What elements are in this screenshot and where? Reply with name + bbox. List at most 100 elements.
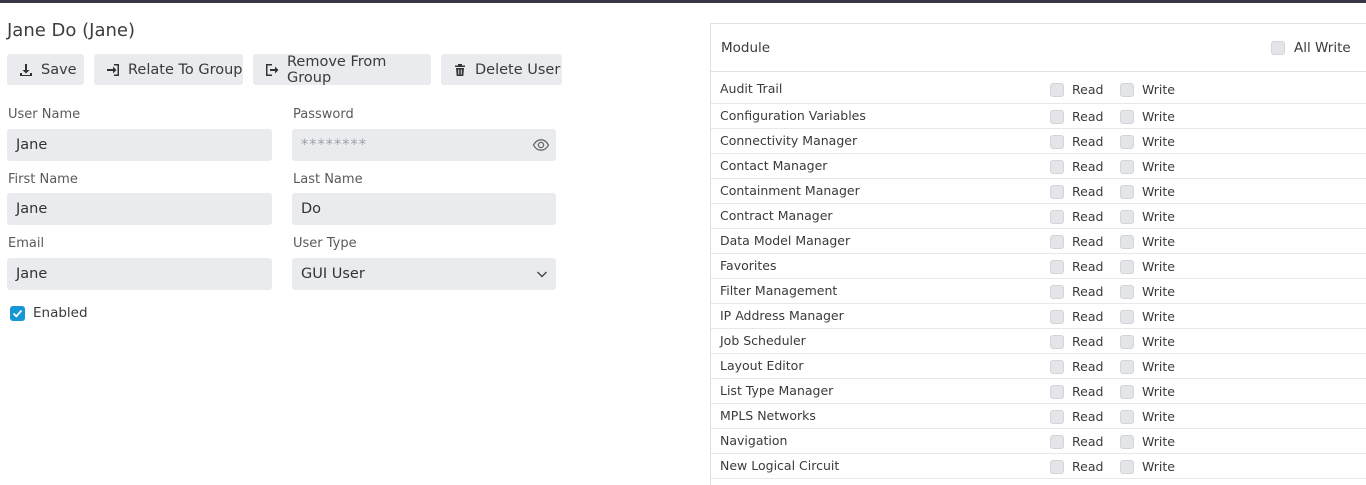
read-checkbox[interactable]: [1050, 82, 1064, 97]
write-label: Write: [1142, 134, 1176, 149]
read-checkbox[interactable]: [1050, 134, 1064, 149]
module-name: Filter Management: [720, 283, 838, 298]
last-name-field[interactable]: Do: [292, 193, 556, 225]
write-permission: Write: [1120, 409, 1175, 424]
read-checkbox[interactable]: [1050, 334, 1064, 349]
read-permission: Read: [1050, 109, 1103, 124]
read-checkbox[interactable]: [1050, 384, 1064, 399]
read-checkbox[interactable]: [1050, 109, 1064, 124]
write-label: Write: [1142, 459, 1176, 474]
module-name: Layout Editor: [720, 358, 804, 373]
read-label: Read: [1072, 459, 1104, 474]
read-permission: Read: [1050, 134, 1103, 149]
email-field[interactable]: Jane: [7, 258, 272, 290]
write-checkbox[interactable]: [1120, 109, 1134, 124]
password-field[interactable]: ********: [292, 129, 556, 161]
read-label: Read: [1072, 134, 1104, 149]
module-list: Audit Trail Read Write Configuration Variab…: [711, 76, 1366, 479]
write-checkbox[interactable]: [1120, 434, 1134, 449]
read-checkbox[interactable]: [1050, 309, 1064, 324]
enabled-checkbox[interactable]: [10, 305, 25, 321]
remove-from-group-label: Remove From Group: [287, 53, 387, 86]
read-permission: Read: [1050, 209, 1103, 224]
read-label: Read: [1072, 359, 1104, 374]
read-checkbox[interactable]: [1050, 459, 1064, 474]
read-label: Read: [1072, 334, 1104, 349]
read-label: Read: [1072, 284, 1104, 299]
read-label: Read: [1072, 434, 1104, 449]
write-label: Write: [1142, 109, 1176, 124]
sign-out-icon: [266, 63, 279, 76]
read-permission: Read: [1050, 359, 1103, 374]
read-label: Read: [1072, 209, 1104, 224]
write-checkbox[interactable]: [1120, 359, 1134, 374]
module-name: MPLS Networks: [720, 408, 816, 423]
delete-user-label: Delete User: [475, 61, 561, 78]
read-permission: Read: [1050, 409, 1103, 424]
write-checkbox[interactable]: [1120, 334, 1134, 349]
write-checkbox[interactable]: [1120, 134, 1134, 149]
write-checkbox[interactable]: [1120, 409, 1134, 424]
read-permission: Read: [1050, 82, 1103, 97]
module-row: Contract Manager Read Write: [711, 204, 1366, 229]
user-type-select[interactable]: GUI User: [292, 258, 556, 290]
email-value: Jane: [16, 266, 48, 282]
read-checkbox[interactable]: [1050, 209, 1064, 224]
eye-icon[interactable]: [532, 136, 550, 154]
write-label: Write: [1142, 309, 1176, 324]
write-checkbox[interactable]: [1120, 82, 1134, 97]
read-checkbox[interactable]: [1050, 184, 1064, 199]
read-label: Read: [1072, 309, 1104, 324]
write-checkbox[interactable]: [1120, 259, 1134, 274]
read-checkbox[interactable]: [1050, 284, 1064, 299]
read-checkbox[interactable]: [1050, 159, 1064, 174]
module-row: Configuration Variables Read Write: [711, 104, 1366, 129]
module-row: MPLS Networks Read Write: [711, 404, 1366, 429]
all-write-checkbox[interactable]: [1271, 41, 1285, 55]
write-checkbox[interactable]: [1120, 459, 1134, 474]
save-button[interactable]: Save: [7, 54, 84, 85]
write-permission: Write: [1120, 134, 1175, 149]
write-permission: Write: [1120, 184, 1175, 199]
read-permission: Read: [1050, 284, 1103, 299]
delete-user-button[interactable]: Delete User: [441, 54, 562, 85]
write-label: Write: [1142, 359, 1176, 374]
module-row: Connectivity Manager Read Write: [711, 129, 1366, 154]
write-checkbox[interactable]: [1120, 309, 1134, 324]
module-name: New Logical Circuit: [720, 458, 840, 473]
write-permission: Write: [1120, 434, 1175, 449]
password-value: ********: [301, 137, 367, 153]
write-permission: Write: [1120, 209, 1175, 224]
top-bar: [0, 0, 1366, 3]
module-row: Contact Manager Read Write: [711, 154, 1366, 179]
write-checkbox[interactable]: [1120, 234, 1134, 249]
first-name-field[interactable]: Jane: [7, 193, 272, 225]
read-checkbox[interactable]: [1050, 259, 1064, 274]
write-checkbox[interactable]: [1120, 159, 1134, 174]
email-label: Email: [8, 236, 45, 251]
module-name: IP Address Manager: [720, 308, 844, 323]
username-field[interactable]: Jane: [7, 129, 272, 161]
read-checkbox[interactable]: [1050, 359, 1064, 374]
module-name: List Type Manager: [720, 383, 834, 398]
read-label: Read: [1072, 384, 1104, 399]
username-value: Jane: [16, 137, 48, 153]
write-permission: Write: [1120, 459, 1175, 474]
read-checkbox[interactable]: [1050, 234, 1064, 249]
write-permission: Write: [1120, 234, 1175, 249]
module-name: Connectivity Manager: [720, 133, 858, 148]
write-checkbox[interactable]: [1120, 184, 1134, 199]
write-permission: Write: [1120, 159, 1175, 174]
relate-to-group-button[interactable]: Relate To Group: [94, 54, 243, 85]
write-label: Write: [1142, 284, 1176, 299]
write-checkbox[interactable]: [1120, 284, 1134, 299]
read-checkbox[interactable]: [1050, 434, 1064, 449]
write-checkbox[interactable]: [1120, 384, 1134, 399]
module-row: Layout Editor Read Write: [711, 354, 1366, 379]
enabled-label: Enabled: [33, 305, 88, 321]
remove-from-group-button[interactable]: Remove From Group: [253, 53, 431, 86]
read-permission: Read: [1050, 309, 1103, 324]
save-button-label: Save: [41, 61, 77, 78]
write-checkbox[interactable]: [1120, 209, 1134, 224]
read-checkbox[interactable]: [1050, 409, 1064, 424]
